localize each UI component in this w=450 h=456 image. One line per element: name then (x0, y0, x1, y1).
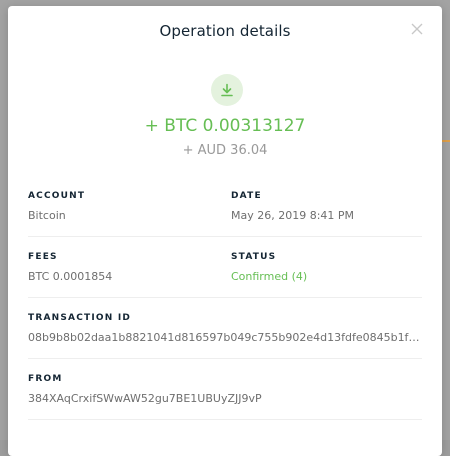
transaction-id-field: TRANSACTION ID 08b9b8b02daa1b8821041d816… (28, 313, 422, 344)
account-label: ACCOUNT (28, 191, 86, 201)
details-row-fees-status: FEES BTC 0.0001854 STATUS Confirmed (4) (28, 237, 422, 298)
operation-details-modal: Operation details + BTC 0.00313127 + AUD… (8, 6, 442, 456)
account-value: Bitcoin (28, 209, 66, 222)
transaction-id-value[interactable]: 08b9b8b02daa1b8821041d816597b049c755b902… (28, 331, 422, 344)
fees-label: FEES (28, 252, 58, 262)
account-field: ACCOUNT Bitcoin (28, 191, 85, 222)
modal-title: Operation details (159, 22, 291, 40)
status-value: Confirmed (4) (231, 270, 308, 283)
transaction-id-label: TRANSACTION ID (28, 313, 132, 323)
receive-icon-badge (211, 74, 243, 106)
details-row-from: FROM 384XAqCrxifSWwAW52gu7BE1UBUyZJJ9vP (28, 359, 422, 420)
details-grid: ACCOUNT Bitcoin DATE May 26, 2019 8:41 P… (28, 176, 422, 420)
status-label: STATUS (231, 252, 277, 262)
download-arrow-icon (221, 83, 233, 97)
background-chart-tick (442, 140, 450, 164)
crypto-amount: + BTC 0.00313127 (144, 116, 306, 136)
from-label: FROM (28, 374, 63, 384)
close-icon[interactable] (410, 21, 424, 35)
from-address-value[interactable]: 384XAqCrxifSWwAW52gu7BE1UBUyZJJ9vP (28, 392, 262, 405)
date-value: May 26, 2019 8:41 PM (231, 209, 355, 222)
details-row-account-date: ACCOUNT Bitcoin DATE May 26, 2019 8:41 P… (28, 176, 422, 237)
fiat-amount: + AUD 36.04 (182, 143, 268, 158)
fees-value: BTC 0.0001854 (28, 270, 113, 283)
date-field: DATE May 26, 2019 8:41 PM (231, 191, 354, 222)
from-field: FROM 384XAqCrxifSWwAW52gu7BE1UBUyZJJ9vP (28, 374, 262, 405)
details-row-transaction-id: TRANSACTION ID 08b9b8b02daa1b8821041d816… (28, 298, 422, 359)
status-field: STATUS Confirmed (4) (231, 252, 307, 283)
date-label: DATE (231, 191, 262, 201)
fees-field: FEES BTC 0.0001854 (28, 252, 112, 283)
